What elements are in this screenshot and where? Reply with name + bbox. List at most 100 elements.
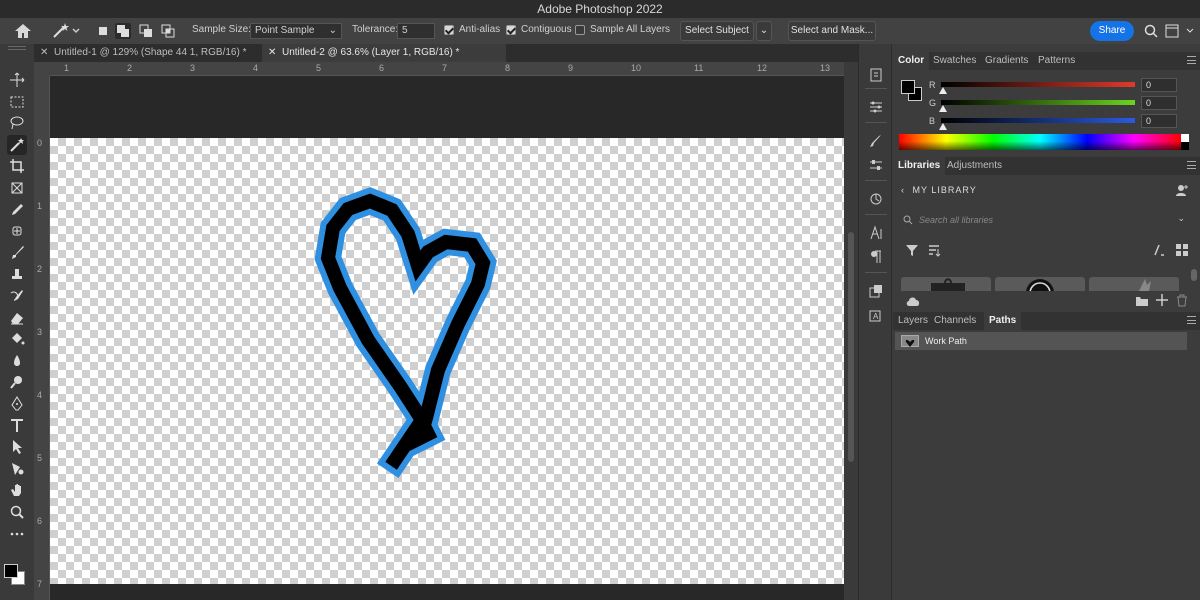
- tab-layers[interactable]: Layers: [893, 312, 933, 330]
- select-subject-dropdown[interactable]: ⌄: [756, 21, 772, 41]
- blue-value-input[interactable]: 0: [1141, 114, 1177, 128]
- red-value-input[interactable]: 0: [1141, 78, 1177, 92]
- intersect-selection-icon[interactable]: [160, 23, 176, 39]
- cloud-icon[interactable]: [905, 295, 921, 307]
- select-and-mask-button[interactable]: Select and Mask...: [788, 21, 876, 41]
- brush-icon[interactable]: [7, 243, 27, 263]
- black-white-swatch[interactable]: [1181, 134, 1189, 150]
- slider-thumb[interactable]: [939, 87, 947, 94]
- slider-thumb[interactable]: [939, 105, 947, 112]
- add-icon[interactable]: [1155, 293, 1169, 307]
- options-chevron-icon[interactable]: [1185, 23, 1195, 39]
- history-icon[interactable]: [867, 66, 885, 84]
- vertical-ruler[interactable]: 0 1 2 3 4 5 6 7: [34, 76, 50, 600]
- new-selection-icon[interactable]: [95, 23, 111, 39]
- brush-settings-icon[interactable]: [867, 132, 885, 150]
- paragraph-icon[interactable]: [867, 248, 885, 266]
- select-subject-button[interactable]: Select Subject: [680, 21, 754, 41]
- move-icon[interactable]: [7, 70, 27, 90]
- grid-view-icon[interactable]: [1175, 243, 1189, 257]
- pen-icon[interactable]: [7, 394, 27, 414]
- path-select-icon[interactable]: [7, 437, 27, 457]
- tab-channels[interactable]: Channels: [929, 312, 981, 330]
- sort-icon[interactable]: [927, 243, 941, 257]
- add-to-selection-icon[interactable]: [115, 23, 131, 39]
- list-view-icon[interactable]: [1151, 243, 1165, 257]
- magic-wand-icon[interactable]: [7, 134, 27, 155]
- dodge-icon[interactable]: [7, 372, 27, 392]
- paint-bucket-icon[interactable]: [7, 329, 27, 349]
- slider-blue[interactable]: B 0: [929, 114, 1193, 130]
- chevron-down-icon[interactable]: ⌄: [1177, 213, 1185, 224]
- tab-patterns[interactable]: Patterns: [1033, 52, 1080, 70]
- contiguous-checkbox[interactable]: [506, 25, 516, 35]
- library-asset-thumbnail[interactable]: [901, 277, 991, 291]
- tab-gradients[interactable]: Gradients: [980, 52, 1033, 70]
- canvas-area[interactable]: [50, 76, 844, 600]
- tab-untitled-1[interactable]: ✕ Untitled-1 @ 129% (Shape 44 1, RGB/16)…: [34, 44, 262, 62]
- foreground-color-swatch[interactable]: [4, 564, 18, 578]
- properties-icon[interactable]: [867, 98, 885, 116]
- eyedropper-icon[interactable]: [7, 200, 27, 220]
- library-search[interactable]: Search all libraries ⌄: [899, 211, 1193, 231]
- red-slider-track[interactable]: [941, 82, 1135, 87]
- frame-icon[interactable]: [7, 178, 27, 198]
- lasso-icon[interactable]: [7, 113, 27, 133]
- ruler-origin[interactable]: [34, 62, 50, 76]
- tab-untitled-2[interactable]: ✕ Untitled-2 @ 63.6% (Layer 1, RGB/16) *: [262, 44, 506, 62]
- toolbar-grip[interactable]: [8, 46, 26, 50]
- trash-icon[interactable]: [1176, 294, 1188, 307]
- add-user-icon[interactable]: [1175, 183, 1189, 197]
- close-icon[interactable]: ✕: [40, 44, 48, 62]
- type-icon[interactable]: [7, 416, 27, 436]
- share-button[interactable]: Share: [1090, 21, 1134, 41]
- green-value-input[interactable]: 0: [1141, 96, 1177, 110]
- tab-adjustments[interactable]: Adjustments: [942, 157, 1007, 175]
- shape-icon[interactable]: [7, 459, 27, 479]
- tool-preset-picker[interactable]: [50, 21, 82, 41]
- workspace-icon[interactable]: [1165, 24, 1179, 38]
- canvas-vertical-scrollbar[interactable]: [844, 62, 858, 600]
- library-scrollbar[interactable]: [1191, 269, 1197, 281]
- home-icon[interactable]: [12, 21, 34, 41]
- stamp-icon[interactable]: [7, 264, 27, 284]
- panel-menu-icon[interactable]: [1187, 316, 1196, 324]
- history-brush-icon[interactable]: [7, 286, 27, 306]
- search-icon[interactable]: [1144, 24, 1158, 38]
- glyphs-icon[interactable]: [867, 282, 885, 300]
- healing-icon[interactable]: [7, 221, 27, 241]
- tab-swatches[interactable]: Swatches: [928, 52, 981, 70]
- panel-menu-icon[interactable]: [1187, 161, 1196, 169]
- marquee-icon[interactable]: [7, 92, 27, 112]
- path-item-work-path[interactable]: Work Path: [895, 332, 1187, 350]
- anti-alias-checkbox[interactable]: [444, 25, 454, 35]
- character-icon[interactable]: [867, 224, 885, 242]
- sample-all-layers-checkbox[interactable]: [575, 25, 585, 35]
- slider-green[interactable]: G 0: [929, 96, 1193, 112]
- horizontal-ruler[interactable]: 1 2 3 4 5 6 7 8 9 10 11 12 13: [50, 62, 844, 76]
- library-asset-thumbnail[interactable]: [1089, 277, 1179, 291]
- library-asset-thumbnail[interactable]: [995, 277, 1085, 291]
- green-slider-track[interactable]: [941, 100, 1135, 105]
- blue-slider-track[interactable]: [941, 118, 1135, 123]
- sample-size-select[interactable]: Point Sample ⌄: [250, 23, 342, 39]
- library-back[interactable]: ‹ MY LIBRARY: [901, 185, 977, 195]
- tolerance-input[interactable]: 5: [397, 23, 435, 39]
- tab-color[interactable]: Color: [893, 52, 930, 70]
- blur-icon[interactable]: [7, 351, 27, 371]
- color-spectrum[interactable]: [899, 134, 1181, 150]
- clone-source-icon[interactable]: [867, 190, 885, 208]
- adjustments-sliders-icon[interactable]: [867, 156, 885, 174]
- tab-libraries[interactable]: Libraries: [893, 157, 946, 175]
- filter-icon[interactable]: [905, 243, 919, 257]
- slider-thumb[interactable]: [939, 123, 947, 130]
- document-canvas[interactable]: [50, 138, 844, 584]
- slider-red[interactable]: R 0: [929, 78, 1193, 94]
- zoom-icon[interactable]: [7, 502, 27, 522]
- close-icon[interactable]: ✕: [268, 44, 276, 62]
- panel-menu-icon[interactable]: [1187, 56, 1196, 64]
- hand-icon[interactable]: [7, 480, 27, 500]
- more-tools-icon[interactable]: [7, 524, 27, 544]
- type-panel-icon[interactable]: A: [867, 306, 885, 324]
- color-fg-swatch[interactable]: [901, 80, 915, 94]
